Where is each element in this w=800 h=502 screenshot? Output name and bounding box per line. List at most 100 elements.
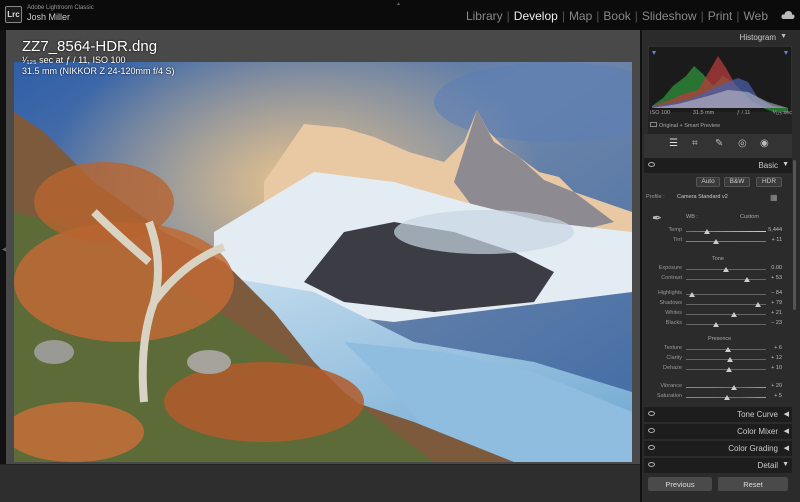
temp-thumb[interactable] bbox=[704, 229, 710, 234]
saturation-thumb[interactable] bbox=[724, 395, 730, 400]
wb-value[interactable]: Custom bbox=[740, 214, 759, 220]
crop-tool-icon[interactable]: ⌗ bbox=[692, 138, 698, 149]
dehaze-slider[interactable]: Dehaze + 10 bbox=[642, 365, 792, 375]
module-print[interactable]: Print bbox=[704, 9, 737, 23]
vibrance-label: Vibrance bbox=[660, 383, 682, 389]
user-name[interactable]: Josh Miller bbox=[27, 12, 70, 22]
highlights-thumb[interactable] bbox=[689, 292, 695, 297]
detail-title: Detail bbox=[757, 461, 778, 470]
module-develop[interactable]: Develop bbox=[510, 9, 562, 23]
exposure-thumb[interactable] bbox=[723, 267, 729, 272]
tint-value[interactable]: + 11 bbox=[760, 237, 782, 243]
previous-button[interactable]: Previous bbox=[648, 477, 712, 491]
shadows-label: Shadows bbox=[659, 300, 682, 306]
shadows-track[interactable] bbox=[686, 304, 766, 305]
treatment-auto-button[interactable]: Auto bbox=[696, 177, 720, 187]
vibrance-track[interactable] bbox=[686, 387, 766, 388]
color-grading-header[interactable]: Color Grading ◀ bbox=[644, 441, 792, 456]
profile-dropdown[interactable]: Camera Standard v2 bbox=[674, 193, 764, 202]
visibility-toggle-icon[interactable] bbox=[648, 411, 655, 416]
basic-panel-header[interactable]: Basic ▼ bbox=[644, 158, 792, 173]
module-map[interactable]: Map bbox=[565, 9, 596, 23]
vibrance-slider[interactable]: Vibrance + 20 bbox=[642, 383, 792, 393]
contrast-slider[interactable]: Contrast + 53 bbox=[642, 275, 792, 285]
histogram-header[interactable]: Histogram ▼ bbox=[642, 30, 798, 44]
whites-thumb[interactable] bbox=[731, 312, 737, 317]
saturation-slider[interactable]: Saturation + 5 bbox=[642, 393, 792, 403]
reset-button[interactable]: Reset bbox=[718, 477, 788, 491]
blacks-slider[interactable]: Blacks − 23 bbox=[642, 320, 792, 330]
whites-value[interactable]: + 21 bbox=[760, 310, 782, 316]
color-mixer-header[interactable]: Color Mixer ◀ bbox=[644, 424, 792, 439]
healing-tool-icon[interactable]: ✎ bbox=[715, 138, 723, 149]
exposure-value[interactable]: 0.00 bbox=[760, 265, 782, 271]
treatment-hdr-button[interactable]: HDR bbox=[756, 177, 782, 187]
photo-preview[interactable] bbox=[14, 62, 632, 462]
collapse-detail-icon[interactable]: ▼ bbox=[782, 461, 789, 468]
detail-header[interactable]: Detail ▼ bbox=[644, 458, 792, 473]
color-grading-title: Color Grading bbox=[728, 444, 778, 453]
shadows-slider[interactable]: Shadows + 79 bbox=[642, 300, 792, 310]
module-web[interactable]: Web bbox=[740, 9, 772, 23]
texture-value[interactable]: + 6 bbox=[760, 345, 782, 351]
expand-color-grading-icon[interactable]: ◀ bbox=[784, 444, 789, 452]
histogram-chart[interactable] bbox=[648, 46, 792, 134]
vibrance-thumb[interactable] bbox=[731, 385, 737, 390]
dehaze-value[interactable]: + 10 bbox=[760, 365, 782, 371]
clarity-thumb[interactable] bbox=[727, 357, 733, 362]
treatment-bw-button[interactable]: B&W bbox=[724, 177, 750, 187]
masking-tool-icon[interactable]: ◉ bbox=[760, 138, 769, 149]
texture-thumb[interactable] bbox=[725, 347, 731, 352]
expand-color-mixer-icon[interactable]: ◀ bbox=[784, 427, 789, 435]
collapse-histogram-icon[interactable]: ▼ bbox=[780, 33, 787, 40]
expand-tone-curve-icon[interactable]: ◀ bbox=[784, 410, 789, 418]
highlights-slider[interactable]: Highlights − 84 bbox=[642, 290, 792, 300]
white-balance-selector-icon[interactable]: ✒ bbox=[652, 211, 662, 225]
collapse-top-panel-icon[interactable]: ▲ bbox=[396, 1, 401, 7]
dehaze-thumb[interactable] bbox=[726, 367, 732, 372]
histogram-iso: ISO 100 bbox=[650, 110, 671, 116]
clarity-label: Clarity bbox=[666, 355, 682, 361]
visibility-toggle-icon[interactable] bbox=[648, 162, 655, 167]
profile-browser-icon[interactable]: ▦ bbox=[770, 193, 778, 202]
module-library[interactable]: Library bbox=[462, 9, 507, 23]
visibility-toggle-icon[interactable] bbox=[648, 462, 655, 467]
shadows-value[interactable]: + 79 bbox=[760, 300, 782, 306]
whites-track[interactable] bbox=[686, 314, 766, 315]
contrast-value[interactable]: + 53 bbox=[760, 275, 782, 281]
cloud-sync-icon[interactable] bbox=[781, 10, 795, 20]
module-slideshow[interactable]: Slideshow bbox=[638, 9, 701, 23]
red-eye-tool-icon[interactable]: ◎ bbox=[738, 138, 747, 149]
highlights-track[interactable] bbox=[686, 294, 766, 295]
edit-tool-icon[interactable]: ☰ bbox=[669, 138, 678, 149]
clarity-track[interactable] bbox=[686, 359, 766, 360]
panel-scrollbar[interactable] bbox=[793, 160, 796, 310]
blacks-track[interactable] bbox=[686, 324, 766, 325]
tint-thumb[interactable] bbox=[713, 239, 719, 244]
visibility-toggle-icon[interactable] bbox=[648, 428, 655, 433]
blacks-thumb[interactable] bbox=[713, 322, 719, 327]
histogram-info: ISO 100 31.5 mm ƒ / 11 ¹⁄₁₂₅ sec bbox=[650, 110, 792, 116]
exposure-slider[interactable]: Exposure 0.00 bbox=[642, 265, 792, 275]
module-book[interactable]: Book bbox=[599, 9, 634, 23]
visibility-toggle-icon[interactable] bbox=[648, 445, 655, 450]
tone-curve-header[interactable]: Tone Curve ◀ bbox=[644, 407, 792, 422]
highlights-value[interactable]: − 84 bbox=[760, 290, 782, 296]
histogram-aperture: ƒ / 11 bbox=[736, 110, 751, 116]
whites-slider[interactable]: Whites + 21 bbox=[642, 310, 792, 320]
temp-track[interactable] bbox=[686, 231, 766, 232]
contrast-track[interactable] bbox=[686, 279, 766, 280]
filmstrip-toolbar bbox=[0, 464, 640, 502]
saturation-value[interactable]: + 5 bbox=[760, 393, 782, 399]
collapse-basic-icon[interactable]: ▼ bbox=[782, 161, 789, 168]
clarity-slider[interactable]: Clarity + 12 bbox=[642, 355, 792, 365]
contrast-thumb[interactable] bbox=[744, 277, 750, 282]
tint-slider[interactable]: Tint + 11 bbox=[642, 237, 792, 247]
texture-slider[interactable]: Texture + 6 bbox=[642, 345, 792, 355]
clarity-value[interactable]: + 12 bbox=[760, 355, 782, 361]
temp-value[interactable]: 5,444 bbox=[760, 227, 782, 233]
blacks-value[interactable]: − 23 bbox=[760, 320, 782, 326]
tint-track[interactable] bbox=[686, 241, 766, 242]
vibrance-value[interactable]: + 20 bbox=[760, 383, 782, 389]
temp-slider[interactable]: Temp 5,444 bbox=[642, 227, 792, 237]
